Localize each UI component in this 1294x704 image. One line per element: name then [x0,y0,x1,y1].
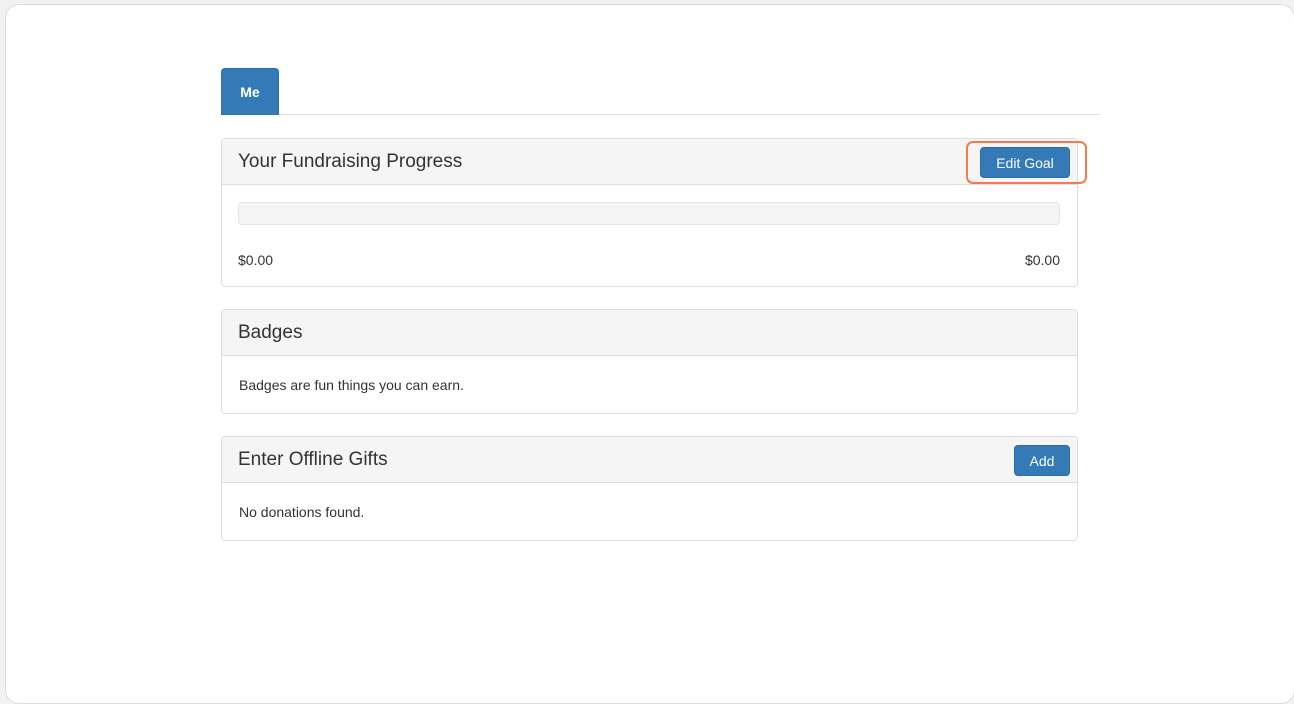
tab-me-label: Me [240,84,260,100]
badges-body: Badges are fun things you can earn. [222,356,1077,393]
badges-description: Badges are fun things you can earn. [239,377,464,393]
tab-me[interactable]: Me [221,68,279,115]
goal-amount: $0.00 [1024,252,1060,268]
fundraising-progress-panel: Your Fundraising Progress Edit Goal $0.0… [221,138,1087,287]
badges-title: Badges [238,321,303,343]
raised-amount: $0.00 [238,252,274,268]
offline-gifts-body: No donations found. [222,483,1077,520]
edit-goal-button[interactable]: Edit Goal [980,147,1070,178]
badges-panel: Badges Badges are fun things you can ear… [221,309,1078,414]
no-donations-message: No donations found. [239,504,365,520]
offline-gifts-heading: Enter Offline Gifts Add [222,437,1077,483]
fundraising-progress-title: Your Fundraising Progress [238,150,463,172]
fundraising-progress-bar [238,202,1060,225]
add-gift-button[interactable]: Add [1014,445,1070,476]
fundraising-progress-heading: Your Fundraising Progress Edit Goal [222,139,1087,185]
offline-gifts-panel: Enter Offline Gifts Add No donations fou… [221,436,1078,541]
offline-gifts-title: Enter Offline Gifts [238,448,388,470]
tab-bar: Me [221,68,1100,115]
badges-heading: Badges [222,310,1077,356]
